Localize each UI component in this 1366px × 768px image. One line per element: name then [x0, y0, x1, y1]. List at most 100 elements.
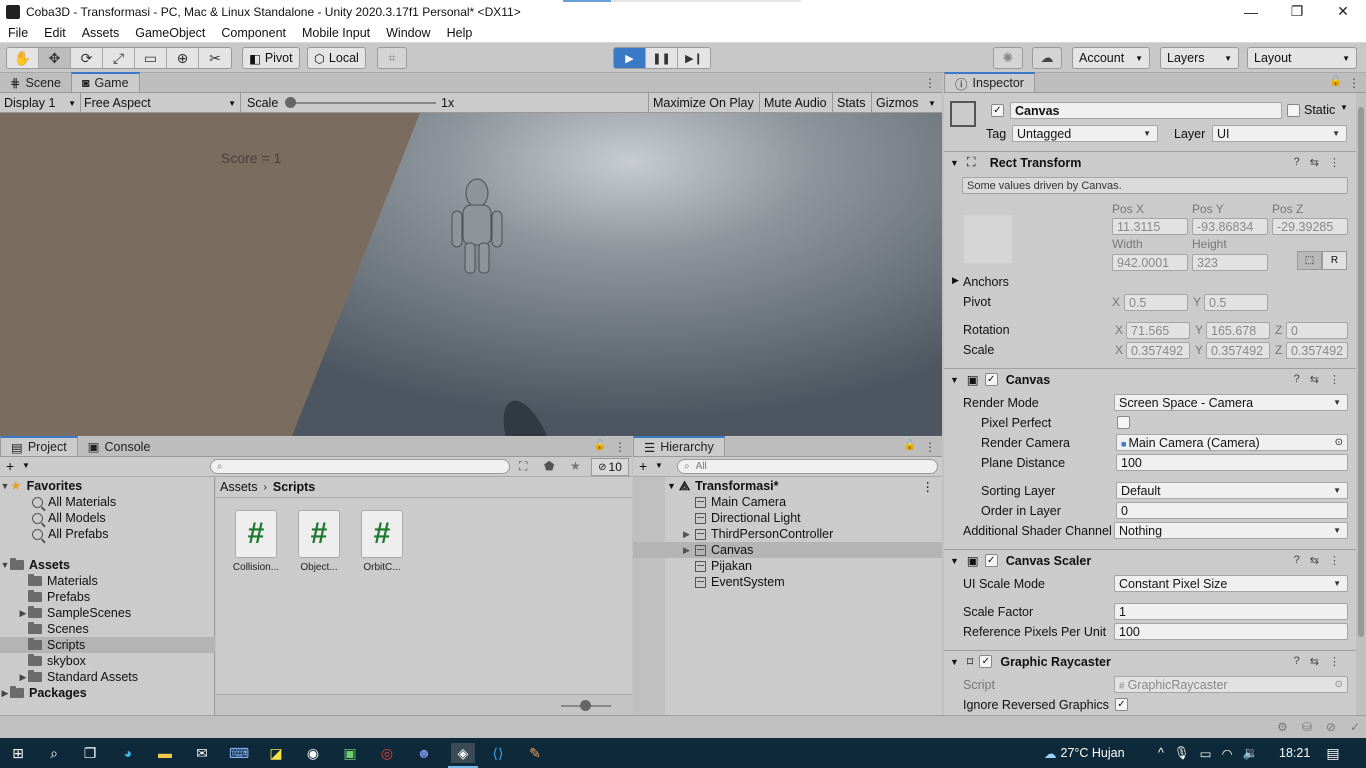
expand-arrow-icon[interactable]: ▼ [0, 481, 10, 491]
blueprint-mode-icon[interactable]: ⬚ [1297, 251, 1322, 270]
tree-all-models[interactable]: All Models [0, 510, 215, 526]
pause-icon[interactable]: ❚❚ [646, 48, 678, 68]
raw-edit-button[interactable]: R [1322, 251, 1347, 270]
search-icon[interactable]: ⌕ [44, 743, 64, 763]
rect-transform-header[interactable]: ▼ ⛶ Rect Transform ? ⇆ ⋮ [944, 151, 1356, 173]
component-menu-icon[interactable]: ⋮ [1329, 554, 1340, 567]
chevron-down-icon[interactable]: ▼ [22, 461, 30, 470]
expand-arrow-icon[interactable]: ▶ [0, 688, 10, 699]
project-search-input[interactable]: ⌕ [210, 459, 510, 474]
scale-factor-field[interactable]: 1 [1114, 603, 1348, 620]
plane-distance-field[interactable]: 100 [1116, 454, 1348, 471]
panel-menu-icon[interactable]: ⋮ [1348, 76, 1360, 90]
tray-expand-icon[interactable]: ^ [1158, 746, 1164, 760]
hierarchy-item-eventsystem[interactable]: EventSystem [633, 574, 942, 590]
cloud-icon[interactable]: ☁ [1032, 47, 1062, 69]
close-button[interactable]: ✕ [1320, 0, 1366, 23]
component-menu-icon[interactable]: ⋮ [1329, 655, 1340, 668]
gizmos-toggle[interactable]: Gizmos [872, 93, 922, 113]
collapse-arrow-icon[interactable]: ▼ [950, 375, 959, 385]
hidden-packages-toggle[interactable]: ⊘ 10 [591, 458, 629, 476]
scale-tool-icon[interactable]: ⤢ [103, 48, 135, 68]
lock-icon[interactable]: 🔓 [1330, 76, 1342, 87]
rect-tool-icon[interactable]: ▭ [135, 48, 167, 68]
sticky-notes-icon[interactable]: ◪ [266, 743, 286, 763]
paint-icon[interactable]: ✎ [525, 743, 545, 763]
object-name-field[interactable]: Canvas [1010, 102, 1282, 119]
vscode-icon[interactable]: ⟨⟩ [488, 743, 508, 763]
step-icon[interactable]: ▶❙ [678, 48, 710, 68]
active-checkbox[interactable]: ✓ [991, 104, 1004, 117]
collab-icon[interactable]: ✺ [993, 47, 1023, 69]
render-camera-field[interactable]: ■ Main Camera (Camera) ⊙ [1116, 434, 1348, 451]
panel-menu-icon[interactable]: ⋮ [924, 440, 936, 454]
custom-tool-icon[interactable]: ✂ [199, 48, 231, 68]
filter-type-icon[interactable]: ⛶ [519, 459, 527, 474]
keyboard-app-icon[interactable]: ⌨ [229, 743, 249, 763]
expand-arrow-icon[interactable]: ▼ [667, 481, 679, 491]
raycaster-enabled-checkbox[interactable]: ✓ [979, 655, 993, 668]
tag-dropdown[interactable]: Untagged ▼ [1012, 125, 1158, 142]
help-icon[interactable]: ? [1294, 554, 1300, 567]
display-dropdown[interactable]: Display 1 ▼ [0, 93, 80, 113]
rotate-tool-icon[interactable]: ⟳ [71, 48, 103, 68]
chevron-down-icon[interactable]: ▼ [655, 461, 663, 470]
game-view[interactable]: Score = 1 [0, 113, 942, 436]
hierarchy-item-thirdpersoncontroller[interactable]: ▶ ThirdPersonController [633, 526, 942, 542]
clock[interactable]: 18:21 [1279, 738, 1310, 768]
shader-channel-dropdown[interactable]: Nothing ▼ [1114, 522, 1348, 539]
help-icon[interactable]: ? [1294, 156, 1300, 169]
graphic-raycaster-header[interactable]: ▼ ⌑ ✓ Graphic Raycaster ? ⇆ ⋮ [944, 650, 1356, 672]
preset-icon[interactable]: ⇆ [1310, 373, 1319, 386]
zoom-slider-handle[interactable] [580, 700, 591, 711]
tree-standard-assets[interactable]: ▶ Standard Assets [0, 669, 215, 685]
edge-browser-icon[interactable]: ◕ [118, 743, 138, 763]
progress-check-icon[interactable]: ✓ [1350, 720, 1360, 734]
asset-script-collision[interactable]: # Collision... [228, 510, 284, 573]
hierarchy-item-directional-light[interactable]: Directional Light [633, 510, 942, 526]
expand-arrow-icon[interactable]: ▶ [683, 545, 695, 556]
menu-mobile-input[interactable]: Mobile Input [294, 26, 378, 40]
static-checkbox[interactable] [1287, 104, 1300, 117]
local-toggle[interactable]: ⬡ Local [307, 47, 366, 69]
sorting-layer-dropdown[interactable]: Default ▼ [1116, 482, 1348, 499]
tree-assets[interactable]: ▼ Assets [0, 557, 215, 573]
tree-all-materials[interactable]: All Materials [0, 494, 215, 510]
maximize-button[interactable]: ❐ [1274, 0, 1320, 23]
hierarchy-item-pijakan[interactable]: Pijakan [633, 558, 942, 574]
hand-tool-icon[interactable]: ✋ [7, 48, 39, 68]
anchors-foldout[interactable]: Anchors [963, 275, 1009, 289]
tab-game[interactable]: ◙ Game [70, 72, 140, 92]
tree-scenes[interactable]: Scenes [0, 621, 215, 637]
menu-assets[interactable]: Assets [74, 26, 128, 40]
tree-favorites[interactable]: ▼ ★ Favorites [0, 478, 215, 494]
tree-skybox[interactable]: skybox [0, 653, 215, 669]
create-plus-icon[interactable]: + [6, 458, 14, 474]
tree-samplescenes[interactable]: ▶ SampleScenes [0, 605, 215, 621]
canvas-enabled-checkbox[interactable]: ✓ [984, 373, 998, 386]
pixel-perfect-checkbox[interactable] [1117, 416, 1130, 429]
maximize-on-play-toggle[interactable]: Maximize On Play [649, 93, 758, 113]
microphone-icon[interactable]: 🎙 [1174, 746, 1190, 761]
task-view-icon[interactable]: ❐ [80, 743, 100, 763]
cache-server-icon[interactable]: ⛁ [1302, 720, 1312, 734]
weather-widget[interactable]: ☁ 27°C Hujan [1044, 738, 1125, 768]
tab-project[interactable]: ▤ Project [0, 436, 78, 456]
move-tool-icon[interactable]: ✥ [39, 48, 71, 68]
chrome-icon[interactable]: ◎ [377, 743, 397, 763]
lock-icon[interactable]: 🔓 [594, 440, 606, 451]
reference-ppu-field[interactable]: 100 [1114, 623, 1348, 640]
menu-component[interactable]: Component [213, 26, 294, 40]
collapse-arrow-icon[interactable]: ▼ [950, 158, 959, 168]
battery-icon[interactable]: ▭ [1200, 746, 1212, 761]
mute-audio-toggle[interactable]: Mute Audio [760, 93, 831, 113]
windows-start-icon[interactable]: ⊞ [8, 743, 28, 763]
tab-console[interactable]: ▣ Console [78, 437, 161, 456]
menu-gameobject[interactable]: GameObject [127, 26, 213, 40]
scene-row[interactable]: ▼ ⟁ Transformasi* ⋮ [633, 478, 942, 494]
breadcrumb-assets[interactable]: Assets [220, 480, 258, 494]
mail-icon[interactable]: ✉ [192, 743, 212, 763]
filter-label-icon[interactable]: ⬟ [544, 459, 554, 473]
expand-arrow-icon[interactable]: ▶ [683, 529, 695, 540]
create-plus-icon[interactable]: + [639, 458, 647, 474]
